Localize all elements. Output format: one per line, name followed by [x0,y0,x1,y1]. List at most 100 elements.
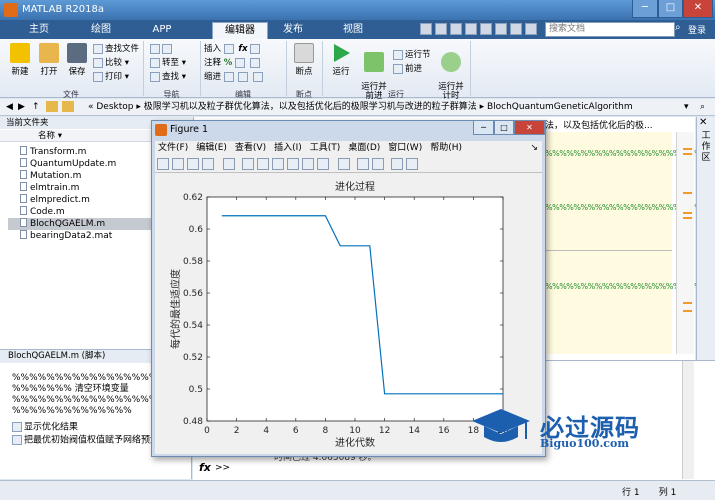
open-button[interactable]: 打开 [36,43,62,77]
tab-4[interactable]: 发布 [270,22,316,39]
tab-0[interactable]: 主页 [14,22,64,39]
up-folder-icon[interactable]: ↑ [32,99,40,115]
undo-icon[interactable] [480,23,492,35]
colorbar-icon[interactable] [357,158,369,170]
command-scrollbar[interactable] [682,361,694,479]
workspace-side-panel[interactable]: ✕ 工作区 [696,117,715,361]
forward-arrow-icon[interactable]: ▶ [18,99,25,115]
figure-menu-item[interactable]: 窗口(W) [385,141,425,155]
detail-text: %%%%%%%%%%%%%% [12,406,132,416]
dock-arrow-icon[interactable]: ↘ [530,141,538,155]
figure-menu-item[interactable]: 帮助(H) [427,141,465,155]
find-button[interactable]: 查找 ▾ [150,70,186,84]
warning-marker[interactable] [683,302,692,304]
paste-icon[interactable] [465,23,477,35]
pointer-icon[interactable] [223,158,235,170]
data-cursor-icon[interactable] [302,158,314,170]
browse-folder-icon[interactable] [62,101,74,112]
figure-menu-item[interactable]: 插入(I) [271,141,305,155]
file-name: Transform.m [30,147,87,157]
tab-5[interactable]: 视图 [330,22,376,39]
warning-marker[interactable] [683,212,692,214]
section-link[interactable]: 显示优化结果 [12,422,78,433]
warning-marker[interactable] [683,310,692,312]
figure-close-button[interactable]: ✕ [514,121,545,135]
col-label: 列 [658,488,668,498]
new-figure-icon[interactable] [157,158,169,170]
close-button[interactable]: ✕ [683,0,713,18]
copy-icon[interactable] [450,23,462,35]
panel-close-icon[interactable]: ✕ [699,117,707,128]
figure-minimize-button[interactable]: ─ [473,121,494,135]
nav-arrows-button[interactable] [150,42,186,56]
warning-marker[interactable] [683,153,692,155]
figure-menu-item[interactable]: 工具(T) [307,141,344,155]
zoom-out-icon[interactable] [257,158,269,170]
show-plot-tools-icon[interactable] [406,158,418,170]
file-name: BlochQGAELM.m [30,219,106,229]
help-icon[interactable] [525,23,537,35]
save-icon[interactable] [420,23,432,35]
warning-marker[interactable] [683,192,692,194]
link-plot-icon[interactable] [338,158,350,170]
login-link[interactable]: 登录 [688,23,706,36]
new-button[interactable]: 新建 [6,43,34,77]
find-label: 查找 [162,72,180,82]
fx-icon[interactable]: fx [238,44,247,54]
open-file-icon[interactable] [172,158,184,170]
cut-icon[interactable] [435,23,447,35]
figure-menu-item[interactable]: 桌面(D) [345,141,383,155]
minimize-button[interactable]: ─ [632,0,658,18]
col-value: 1 [670,488,677,498]
figure-menu-item[interactable]: 查看(V) [232,141,269,155]
figure-menu-item[interactable]: 编辑(E) [193,141,230,155]
run-button[interactable]: 运行 [328,43,354,77]
percent-icon[interactable]: % [224,58,233,68]
breakpoints-button[interactable]: 断点 [290,43,318,77]
tab-2[interactable]: APP [138,22,186,39]
indent-button[interactable]: 缩进 [204,70,265,84]
find-files-button[interactable]: 查找文件 [93,42,139,56]
print-button[interactable]: 打印 ▾ [93,70,139,84]
rotate-icon[interactable] [287,158,299,170]
command-prompt[interactable]: >> [215,463,230,473]
insert-button[interactable]: 插入 fx [204,42,265,56]
legend-icon[interactable] [372,158,384,170]
compare-button[interactable]: 比较 ▾ [93,56,139,70]
editor-scrollbar[interactable] [676,132,694,354]
warning-marker[interactable] [683,148,692,150]
print-icon [93,71,103,82]
switch-icon[interactable] [510,23,522,35]
path-search-icon[interactable]: ⌕ [700,99,705,115]
redo-icon[interactable] [495,23,507,35]
path-dropdown-icon[interactable]: ▾ [684,99,689,115]
maximize-button[interactable]: □ [658,0,683,18]
hide-plot-tools-icon[interactable] [391,158,403,170]
folder-icon[interactable] [46,101,58,112]
file-small-buttons: 查找文件 比较 ▾ 打印 ▾ [93,42,139,84]
pan-hand-icon[interactable] [272,158,284,170]
section-link[interactable]: 把最优初始阀值权值赋予网络预测 [12,435,159,446]
goto-button[interactable]: 转至 ▾ [150,56,186,70]
run-section-button[interactable]: 运行节 [393,48,431,62]
fx-icon[interactable]: fx [199,461,211,474]
editor-tab-label[interactable]: 法，以及包括优化后的极... [545,118,653,131]
brush-icon[interactable] [317,158,329,170]
save-button[interactable]: 保存 [64,43,90,77]
comment-button[interactable]: 注释 % [204,56,265,70]
current-folder-path[interactable]: « Desktop ▸ 极限学习机以及粒子群优化算法，以及包括优化后的极限学习机… [88,99,633,115]
warning-marker[interactable] [683,217,692,219]
cell-highlight [540,132,672,354]
breakpoints-group-label: 断点 [296,90,312,99]
figure-maximize-button[interactable]: □ [494,121,514,135]
save-figure-icon[interactable] [187,158,199,170]
zoom-in-icon[interactable] [242,158,254,170]
figure-menu-item[interactable]: 文件(F) [155,141,191,155]
tab-3[interactable]: 编辑器 [212,22,268,39]
search-documentation-input[interactable]: 搜索文档 [545,22,675,37]
advance-button[interactable]: 前进 [393,62,431,76]
tab-1[interactable]: 绘图 [76,22,126,39]
search-icon[interactable]: ⌕ [675,22,687,37]
print-figure-icon[interactable] [202,158,214,170]
back-arrow-icon[interactable]: ◀ [6,99,13,115]
